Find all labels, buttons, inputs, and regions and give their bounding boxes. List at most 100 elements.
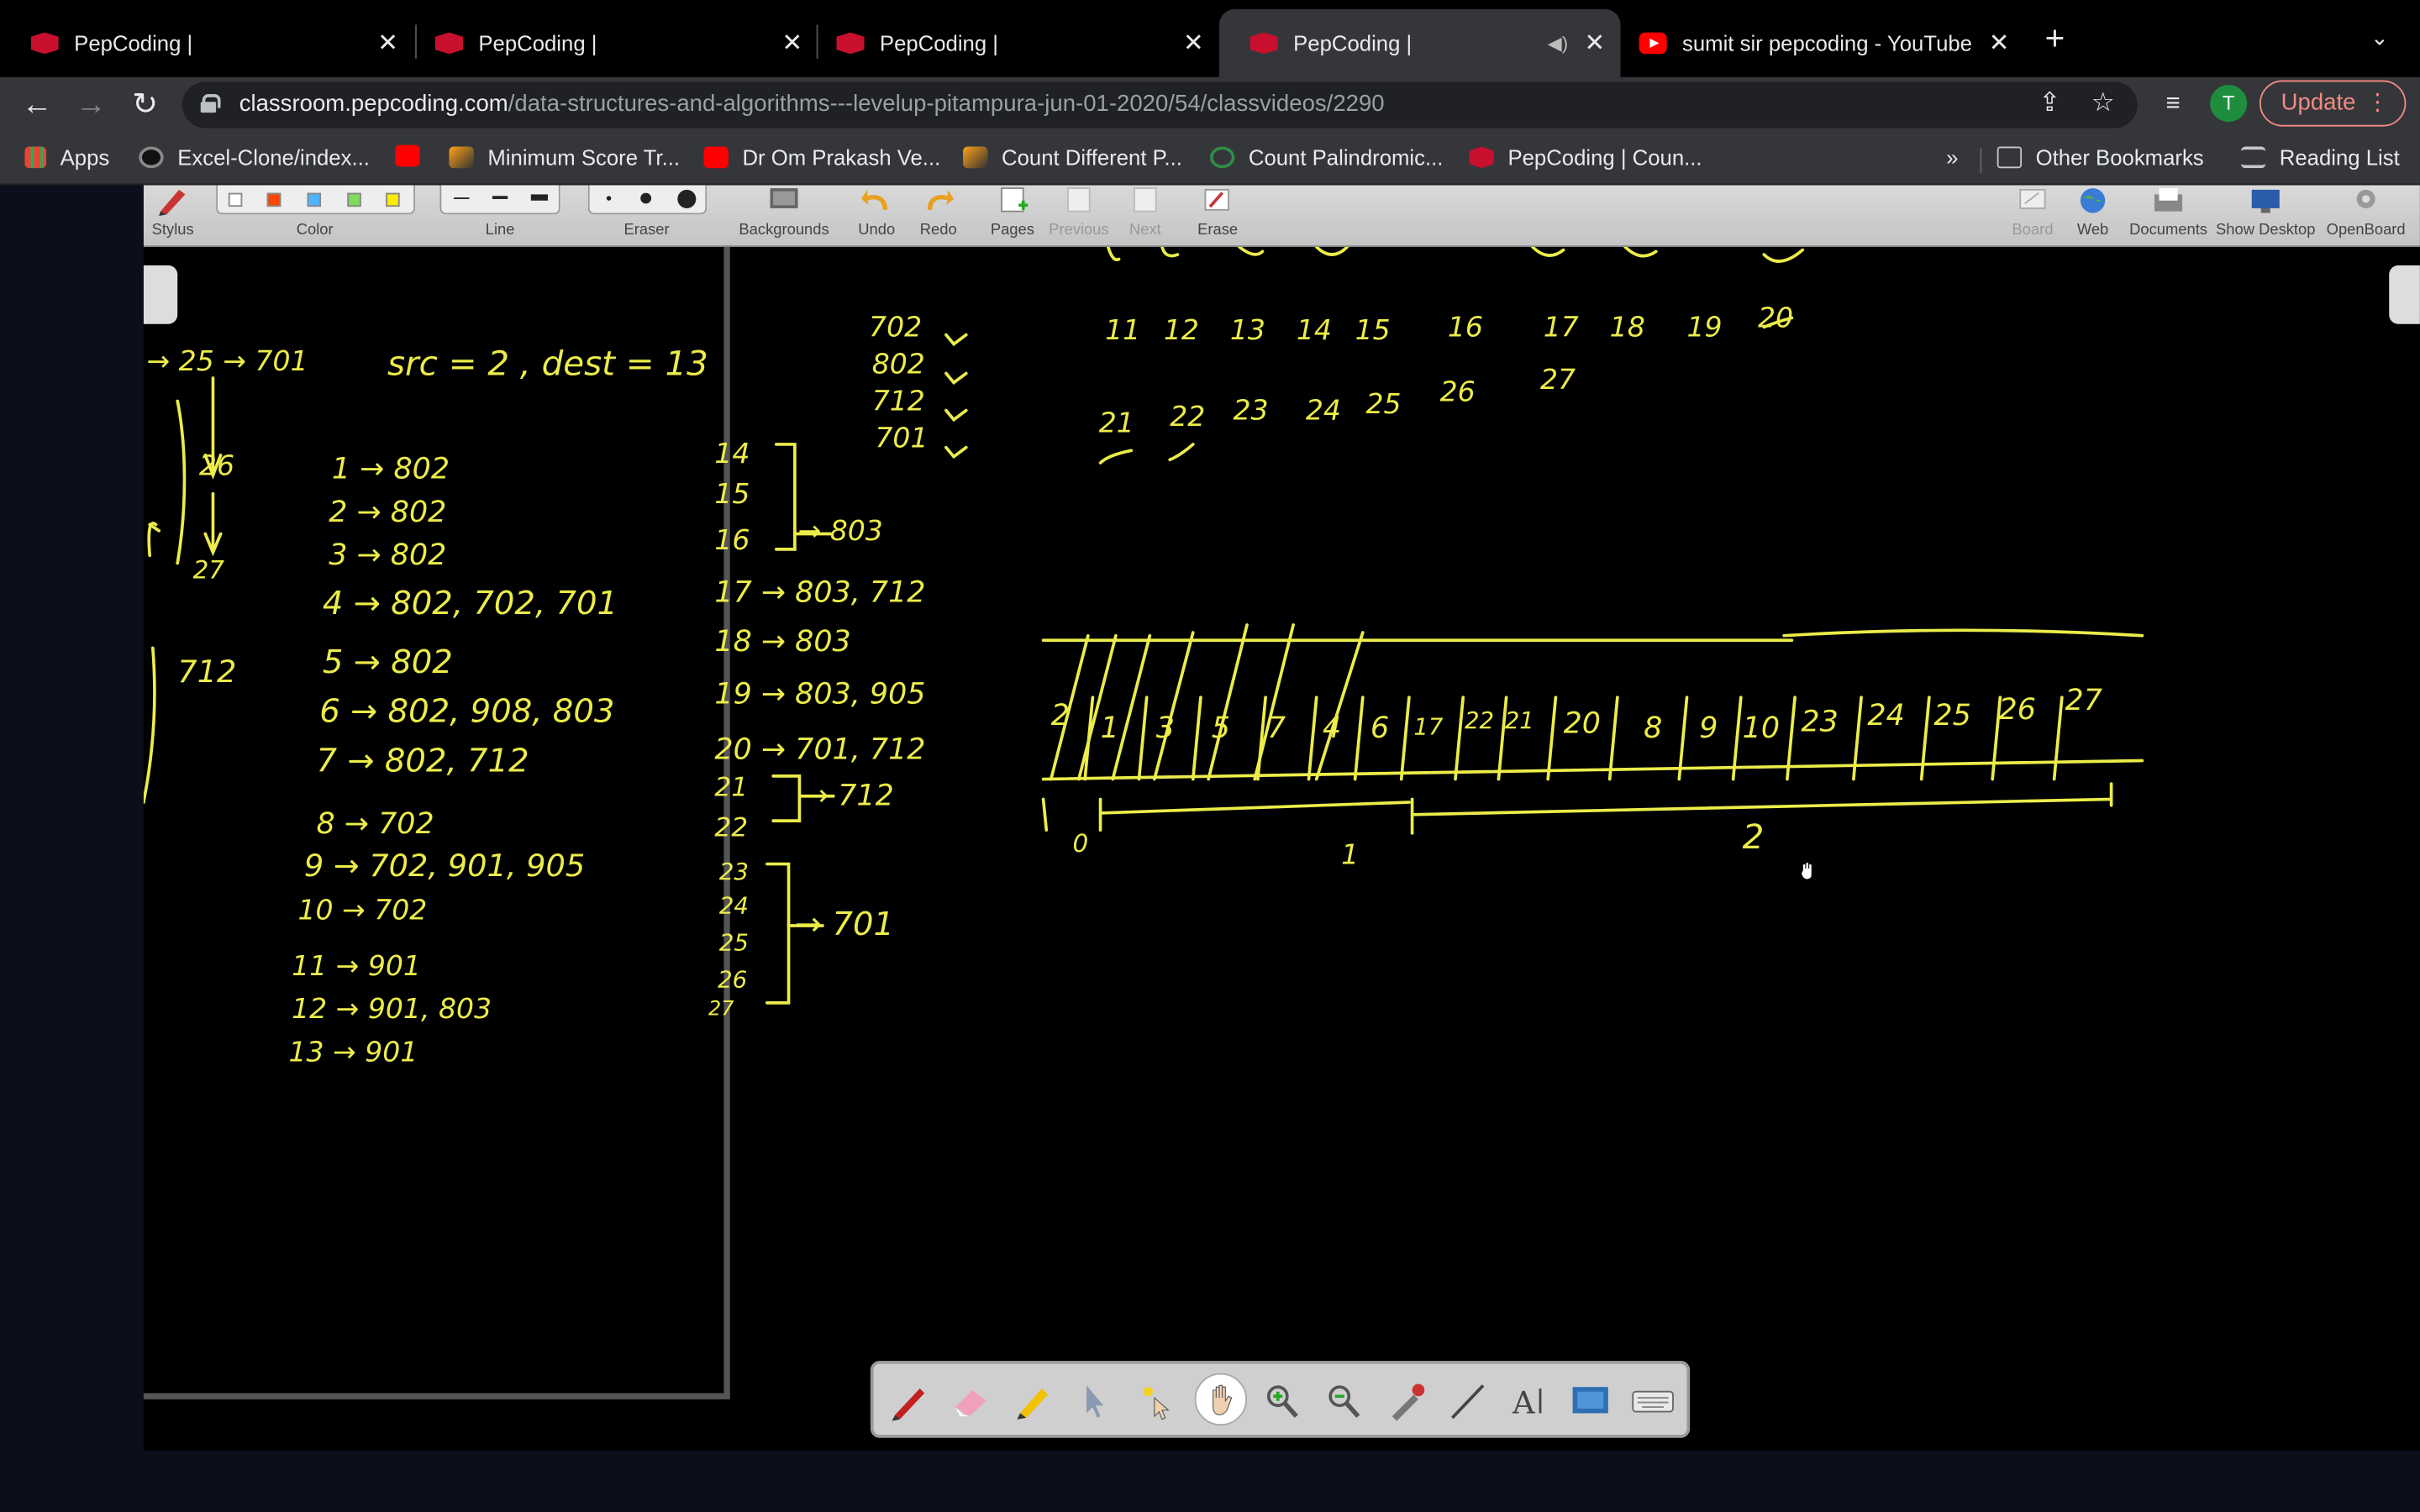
close-tab-icon[interactable]: ✕	[377, 28, 398, 59]
level-label: 2	[1743, 816, 1765, 857]
zoom-out-icon[interactable]	[1321, 1379, 1367, 1422]
pen-icon[interactable]	[886, 1379, 932, 1422]
documents-tool[interactable]: Documents	[2127, 185, 2210, 246]
color-label: Color	[296, 222, 334, 239]
lock-icon[interactable]	[200, 94, 221, 113]
queue-cell: 22	[1465, 707, 1494, 734]
eraser-icon[interactable]	[948, 1379, 994, 1422]
keyboard-icon[interactable]	[1630, 1379, 1676, 1422]
board-tool[interactable]: Board	[2008, 185, 2058, 246]
queue-cell: 17	[1413, 713, 1444, 740]
chain-27: 27	[193, 556, 225, 585]
bookmark-item[interactable]: Dr Om Prakash Ve...	[703, 145, 940, 170]
pipette-icon[interactable]	[1383, 1379, 1429, 1422]
bookmark-item[interactable]: PepCoding | Coun...	[1469, 145, 1702, 170]
stop-number: 25	[719, 929, 749, 956]
close-tab-icon[interactable]: ✕	[1585, 28, 1606, 59]
pointer-icon[interactable]	[1071, 1379, 1118, 1422]
undo-tool[interactable]: Undo	[854, 185, 900, 246]
browser-tab[interactable]: PepCoding | ✕	[404, 9, 818, 77]
close-tab-icon[interactable]: ✕	[1989, 28, 2010, 59]
erase-icon	[1204, 188, 1229, 211]
back-arrow-icon[interactable]: ←	[15, 83, 58, 126]
line-thin-icon[interactable]	[453, 197, 470, 199]
eraser-small-icon[interactable]	[606, 196, 612, 201]
stop-row: 1 → 802	[332, 452, 450, 486]
browser-tab[interactable]: sumit sir pepcoding - YouTube ✕	[1608, 9, 2025, 77]
queue-cell: 6	[1370, 711, 1389, 745]
tab-strip: PepCoding | ✕ PepCoding | ✕ PepCoding | …	[0, 0, 2420, 77]
tab-title: PepCoding |	[879, 30, 999, 56]
address-bar[interactable]: classroom.pepcoding.com/data-structures-…	[182, 81, 2138, 129]
apps-icon	[24, 146, 47, 169]
browser-tab[interactable]: PepCoding | ✕	[806, 9, 1219, 77]
close-tab-icon[interactable]: ✕	[1183, 28, 1204, 59]
next-page-tool[interactable]: Next	[1122, 185, 1168, 246]
browser-tab-active[interactable]: PepCoding | ◀) ✕	[1218, 9, 1621, 77]
stops-row-1: 11 12 13 14 15 16 17 18 19 20	[1105, 301, 1793, 346]
redo-tool[interactable]: Redo	[915, 185, 961, 246]
divider	[1980, 148, 1982, 173]
stop-row: 18 → 803	[714, 625, 850, 659]
previous-page-tool[interactable]: Previous	[1048, 185, 1109, 246]
media-control-icon[interactable]: ≡	[2151, 83, 2194, 126]
forward-arrow-icon[interactable]: →	[70, 83, 113, 126]
stop-row: 12 → 901, 803	[292, 992, 492, 1025]
reload-icon[interactable]: ↻	[124, 83, 166, 126]
marker-icon[interactable]	[1009, 1379, 1055, 1422]
reading-list[interactable]: Reading List	[2240, 145, 2400, 170]
bus-label: 802	[872, 347, 925, 380]
chevron-down-icon[interactable]: ⌄	[2370, 24, 2389, 50]
line-thick-icon[interactable]	[530, 194, 549, 201]
erase-tool[interactable]: Erase	[1195, 185, 1241, 246]
row-number: 11	[1105, 313, 1140, 346]
page-content: Stylus Color Line Eraser Backgrounds Und…	[0, 185, 2420, 1512]
queue-cell: 10	[1743, 711, 1780, 745]
browser-toolbar: ← → ↻ classroom.pepcoding.com/data-struc…	[0, 76, 2420, 133]
text-icon[interactable]: A	[1507, 1379, 1553, 1422]
stop-row: 7 → 802, 712	[317, 742, 529, 780]
queue-cell: 27	[2065, 684, 2102, 717]
laser-icon[interactable]	[1133, 1379, 1179, 1422]
hand-tool-selected[interactable]	[1194, 1373, 1248, 1426]
other-bookmarks[interactable]: Other Bookmarks	[1996, 145, 2204, 170]
openboard-menu[interactable]: OpenBoard	[2323, 185, 2409, 246]
share-icon[interactable]: ⇪	[2039, 88, 2060, 119]
stylus-tool[interactable]: Stylus	[150, 185, 196, 246]
bookmark-item[interactable]: Excel-Clone/index...	[139, 145, 370, 170]
eraser-large-icon[interactable]	[677, 189, 697, 208]
backgrounds-tool[interactable]: Backgrounds	[736, 185, 832, 246]
zoom-in-icon[interactable]	[1260, 1379, 1306, 1422]
github-icon	[139, 146, 164, 169]
stop-row: 5 → 802	[323, 643, 453, 681]
show-desktop-tool[interactable]: Show Desktop	[2215, 185, 2317, 246]
stop-row: 19 → 803, 905	[714, 678, 925, 711]
bookmark-item[interactable]: Minimum Score Tr...	[449, 145, 680, 170]
avatar[interactable]: T	[2210, 85, 2248, 123]
color-swatch[interactable]	[266, 192, 281, 207]
leetcode-icon	[963, 146, 988, 169]
bookmark-item[interactable]	[395, 144, 434, 167]
update-button[interactable]: Update ⋮	[2259, 80, 2407, 127]
stop-number: 27	[708, 997, 734, 1021]
new-tab-icon[interactable]: +	[2045, 18, 2065, 59]
url-text[interactable]: classroom.pepcoding.com/data-structures-…	[239, 91, 1385, 117]
web-tool[interactable]: Web	[2070, 185, 2116, 246]
browser-tab[interactable]: PepCoding | ✕	[0, 9, 413, 77]
star-icon[interactable]: ☆	[2091, 88, 2115, 119]
row-number: 24	[1306, 394, 1341, 427]
capture-icon[interactable]	[1568, 1379, 1614, 1422]
speaker-icon[interactable]: ◀)	[1548, 33, 1568, 55]
bookmarks-overflow[interactable]: »	[1946, 145, 1958, 170]
openboard-canvas[interactable]: Stylus Color Line Eraser Backgrounds Und…	[143, 185, 2420, 1451]
close-tab-icon[interactable]: ✕	[781, 28, 802, 59]
color-swatch[interactable]	[386, 192, 400, 207]
line-icon[interactable]	[1444, 1379, 1491, 1422]
color-swatch[interactable]	[228, 192, 243, 207]
pages-tool[interactable]: Pages	[987, 185, 1037, 246]
bookmark-item[interactable]: Count Palindromic...	[1209, 145, 1443, 170]
svg-text:A: A	[1512, 1384, 1535, 1420]
bookmark-item[interactable]: Count Different P...	[963, 145, 1182, 170]
bookmark-apps[interactable]: Apps	[24, 145, 109, 170]
color-swatch[interactable]	[347, 192, 361, 207]
